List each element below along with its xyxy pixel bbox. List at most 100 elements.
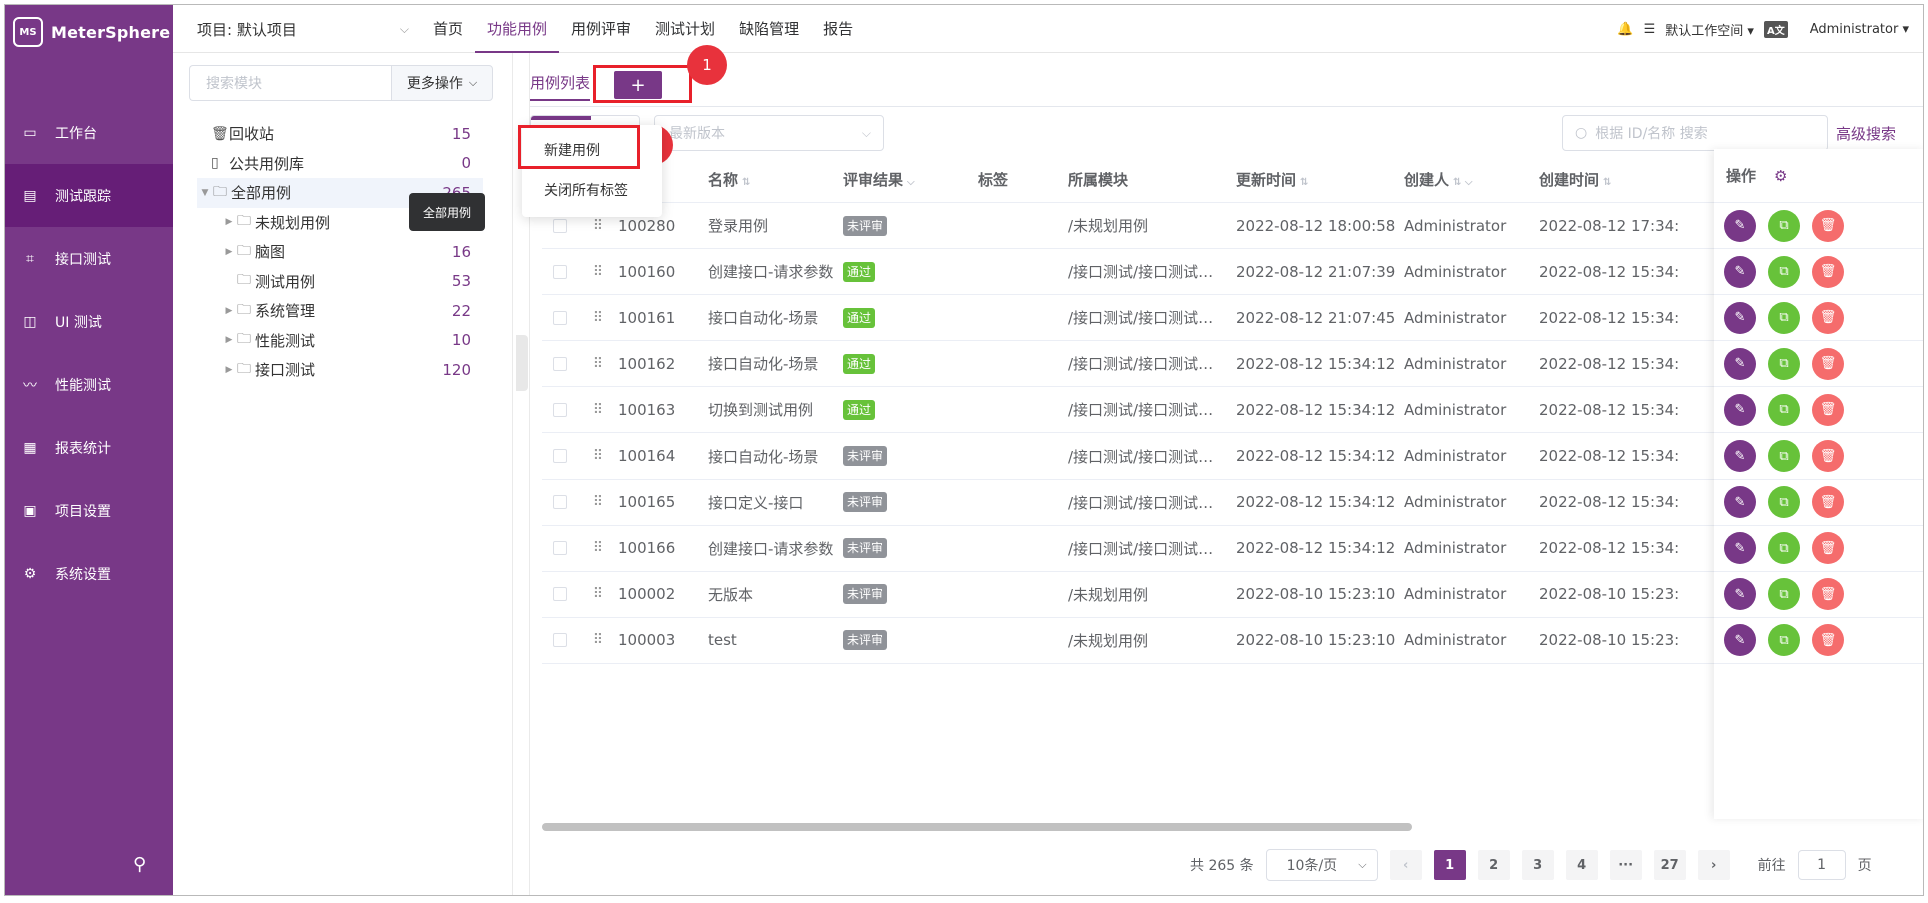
task-list-icon[interactable]: ☰ bbox=[1644, 22, 1656, 37]
goto-page-input[interactable]: 1 bbox=[1797, 850, 1846, 880]
edit-icon[interactable]: ✎ bbox=[1724, 624, 1756, 657]
bell-icon[interactable]: 🔔 bbox=[1617, 22, 1633, 37]
horizontal-scrollbar[interactable] bbox=[542, 823, 1412, 831]
drag-handle-icon[interactable]: ⠿ bbox=[578, 264, 618, 280]
page-button[interactable]: 1 bbox=[1433, 850, 1466, 880]
copy-icon[interactable]: ⧉ bbox=[1768, 347, 1800, 380]
sidebar-item-6[interactable]: ▣ 项目设置 bbox=[5, 479, 173, 542]
row-checkbox[interactable] bbox=[553, 402, 567, 417]
settings-icon[interactable]: ⚙ bbox=[1774, 167, 1787, 185]
copy-icon[interactable]: ⧉ bbox=[1768, 578, 1800, 611]
delete-icon[interactable]: 🗑 bbox=[1812, 347, 1844, 380]
cell-name[interactable]: 接口自动化-场景 bbox=[708, 307, 843, 328]
sidebar-item-0[interactable]: ▭ 工作台 bbox=[5, 101, 173, 164]
edit-icon[interactable]: ✎ bbox=[1724, 440, 1756, 473]
caret-right-icon[interactable]: ▶ bbox=[221, 247, 237, 257]
row-checkbox[interactable] bbox=[553, 310, 567, 325]
panel-collapse-handle[interactable] bbox=[516, 335, 528, 391]
tree-node[interactable]: ▯ 公共用例库 0 bbox=[197, 149, 483, 179]
tree-node[interactable]: 🗀 测试用例 53 bbox=[197, 267, 483, 297]
tab-case-list[interactable]: 用例列表 bbox=[530, 72, 591, 101]
cell-name[interactable]: 接口自动化-场景 bbox=[708, 353, 843, 374]
copy-icon[interactable]: ⧉ bbox=[1768, 486, 1800, 519]
header-creator[interactable]: 创建人 ⇅ ⌵ bbox=[1404, 169, 1539, 190]
row-checkbox[interactable] bbox=[553, 495, 567, 510]
header-review[interactable]: 评审结果 ⌵ bbox=[843, 169, 978, 190]
sidebar-item-1[interactable]: ▤ 测试跟踪 bbox=[5, 164, 173, 227]
top-menu-item-4[interactable]: 缺陷管理 bbox=[727, 5, 811, 53]
page-button[interactable]: 27 bbox=[1653, 850, 1686, 880]
cell-name[interactable]: 接口自动化-场景 bbox=[708, 446, 843, 467]
tree-node[interactable]: ▶ 🗀 脑图 16 bbox=[197, 237, 483, 267]
sidebar-item-7[interactable]: ⚙ 系统设置 bbox=[5, 542, 173, 605]
pin-icon[interactable]: ⚲ bbox=[133, 854, 146, 875]
row-checkbox[interactable] bbox=[553, 587, 567, 602]
filter-icon[interactable]: ⌵ bbox=[907, 177, 915, 188]
page-button[interactable]: 2 bbox=[1477, 850, 1510, 880]
row-checkbox[interactable] bbox=[553, 218, 567, 233]
project-selector[interactable]: 项目: 默认项目 ⌵ bbox=[197, 5, 409, 53]
edit-icon[interactable]: ✎ bbox=[1724, 532, 1756, 565]
copy-icon[interactable]: ⧉ bbox=[1768, 440, 1800, 473]
workspace-selector[interactable]: 默认工作空间 ▾ bbox=[1665, 20, 1754, 39]
module-search-input[interactable]: 搜索模块 bbox=[189, 65, 391, 101]
cell-name[interactable]: 登录用例 bbox=[708, 215, 843, 236]
row-checkbox[interactable] bbox=[553, 356, 567, 371]
edit-icon[interactable]: ✎ bbox=[1724, 347, 1756, 380]
version-select[interactable]: 最新版本 ⌵ bbox=[654, 115, 884, 151]
page-size-select[interactable]: 10条/页 ⌵ bbox=[1265, 849, 1378, 881]
cell-name[interactable]: 无版本 bbox=[708, 584, 843, 605]
copy-icon[interactable]: ⧉ bbox=[1768, 393, 1800, 426]
copy-icon[interactable]: ⧉ bbox=[1768, 255, 1800, 288]
delete-icon[interactable]: 🗑 bbox=[1812, 486, 1844, 519]
top-menu-item-1[interactable]: 功能用例 bbox=[475, 5, 560, 53]
caret-right-icon[interactable]: ▶ bbox=[221, 217, 237, 227]
caret-right-icon[interactable]: ▶ bbox=[221, 365, 237, 375]
edit-icon[interactable]: ✎ bbox=[1724, 209, 1756, 242]
delete-icon[interactable]: 🗑 bbox=[1812, 255, 1844, 288]
more-actions-button[interactable]: 更多操作 ⌵ bbox=[391, 65, 493, 101]
page-button[interactable]: 4 bbox=[1565, 850, 1598, 880]
page-button[interactable]: 3 bbox=[1521, 850, 1554, 880]
sidebar-item-2[interactable]: ⌗ 接口测试 bbox=[5, 227, 173, 290]
logo[interactable]: MS MeterSphere bbox=[5, 5, 173, 59]
row-checkbox[interactable] bbox=[553, 633, 567, 648]
copy-icon[interactable]: ⧉ bbox=[1768, 209, 1800, 242]
edit-icon[interactable]: ✎ bbox=[1724, 393, 1756, 426]
top-menu-item-2[interactable]: 用例评审 bbox=[559, 5, 643, 53]
caret-right-icon[interactable]: ▶ bbox=[221, 335, 237, 345]
delete-icon[interactable]: 🗑 bbox=[1812, 301, 1844, 334]
cell-name[interactable]: 创建接口-请求参数 bbox=[708, 261, 843, 282]
delete-icon[interactable]: 🗑 bbox=[1812, 578, 1844, 611]
drag-handle-icon[interactable]: ⠿ bbox=[578, 448, 618, 464]
sort-icon[interactable]: ⇅ bbox=[1603, 177, 1611, 188]
drag-handle-icon[interactable]: ⠿ bbox=[578, 494, 618, 510]
user-menu[interactable]: Administrator ▾ bbox=[1810, 22, 1909, 37]
sidebar-item-5[interactable]: ▦ 报表统计 bbox=[5, 416, 173, 479]
copy-icon[interactable]: ⧉ bbox=[1768, 301, 1800, 334]
row-checkbox[interactable] bbox=[553, 541, 567, 556]
drag-handle-icon[interactable]: ⠿ bbox=[578, 218, 618, 234]
row-checkbox[interactable] bbox=[553, 264, 567, 279]
cell-name[interactable]: 接口定义-接口 bbox=[708, 492, 843, 513]
tree-node[interactable]: ▶ 🗀 性能测试 10 bbox=[197, 326, 483, 356]
delete-icon[interactable]: 🗑 bbox=[1812, 440, 1844, 473]
search-input[interactable]: ○ 根据 ID/名称 搜索 bbox=[1562, 115, 1828, 151]
edit-icon[interactable]: ✎ bbox=[1724, 255, 1756, 288]
top-menu-item-0[interactable]: 首页 bbox=[421, 5, 475, 53]
header-created[interactable]: 创建时间 ⇅ bbox=[1539, 169, 1679, 190]
edit-icon[interactable]: ✎ bbox=[1724, 486, 1756, 519]
sort-icon[interactable]: ⇅ bbox=[742, 177, 750, 188]
delete-icon[interactable]: 🗑 bbox=[1812, 209, 1844, 242]
caret-down-icon[interactable]: ▼ bbox=[197, 188, 213, 198]
next-page-button[interactable]: › bbox=[1697, 850, 1730, 880]
sidebar-item-4[interactable]: 〰 性能测试 bbox=[5, 353, 173, 416]
edit-icon[interactable]: ✎ bbox=[1724, 578, 1756, 611]
cell-name[interactable]: 切换到测试用例 bbox=[708, 399, 843, 420]
caret-right-icon[interactable]: ▶ bbox=[221, 306, 237, 316]
tree-node[interactable]: ▶ 🗀 接口测试 120 bbox=[197, 355, 483, 385]
tree-node[interactable]: ▶ 🗀 系统管理 22 bbox=[197, 296, 483, 326]
delete-icon[interactable]: 🗑 bbox=[1812, 532, 1844, 565]
prev-page-button[interactable]: ‹ bbox=[1389, 850, 1422, 880]
sidebar-item-3[interactable]: ◫ UI 测试 bbox=[5, 290, 173, 353]
